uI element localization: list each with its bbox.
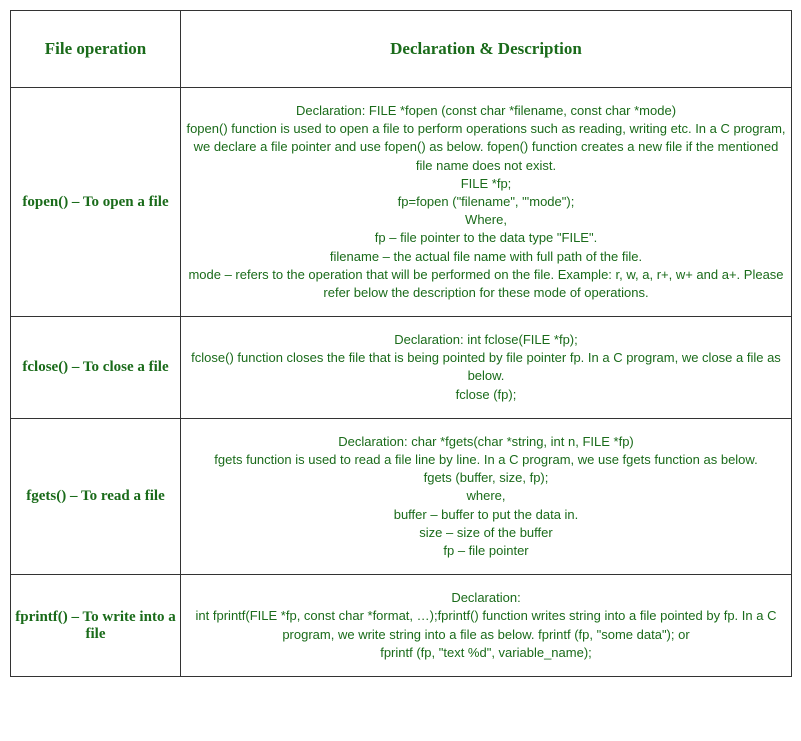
description-cell: Declaration:int fprintf(FILE *fp, const … xyxy=(181,575,792,677)
operation-cell: fgets() – To read a file xyxy=(11,418,181,574)
description-cell: Declaration: int fclose(FILE *fp);fclose… xyxy=(181,317,792,419)
description-cell: Declaration: char *fgets(char *string, i… xyxy=(181,418,792,574)
header-file-operation: File operation xyxy=(11,11,181,88)
operation-cell: fopen() – To open a file xyxy=(11,88,181,317)
description-cell: Declaration: FILE *fopen (const char *fi… xyxy=(181,88,792,317)
operation-cell: fprintf() – To write into a file xyxy=(11,575,181,677)
file-operations-table: File operation Declaration & Description… xyxy=(10,10,792,677)
table-row: fprintf() – To write into a file Declara… xyxy=(11,575,792,677)
table-row: fopen() – To open a file Declaration: FI… xyxy=(11,88,792,317)
header-declaration-description: Declaration & Description xyxy=(181,11,792,88)
table-row: fgets() – To read a file Declaration: ch… xyxy=(11,418,792,574)
table-row: fclose() – To close a file Declaration: … xyxy=(11,317,792,419)
table-header-row: File operation Declaration & Description xyxy=(11,11,792,88)
operation-cell: fclose() – To close a file xyxy=(11,317,181,419)
